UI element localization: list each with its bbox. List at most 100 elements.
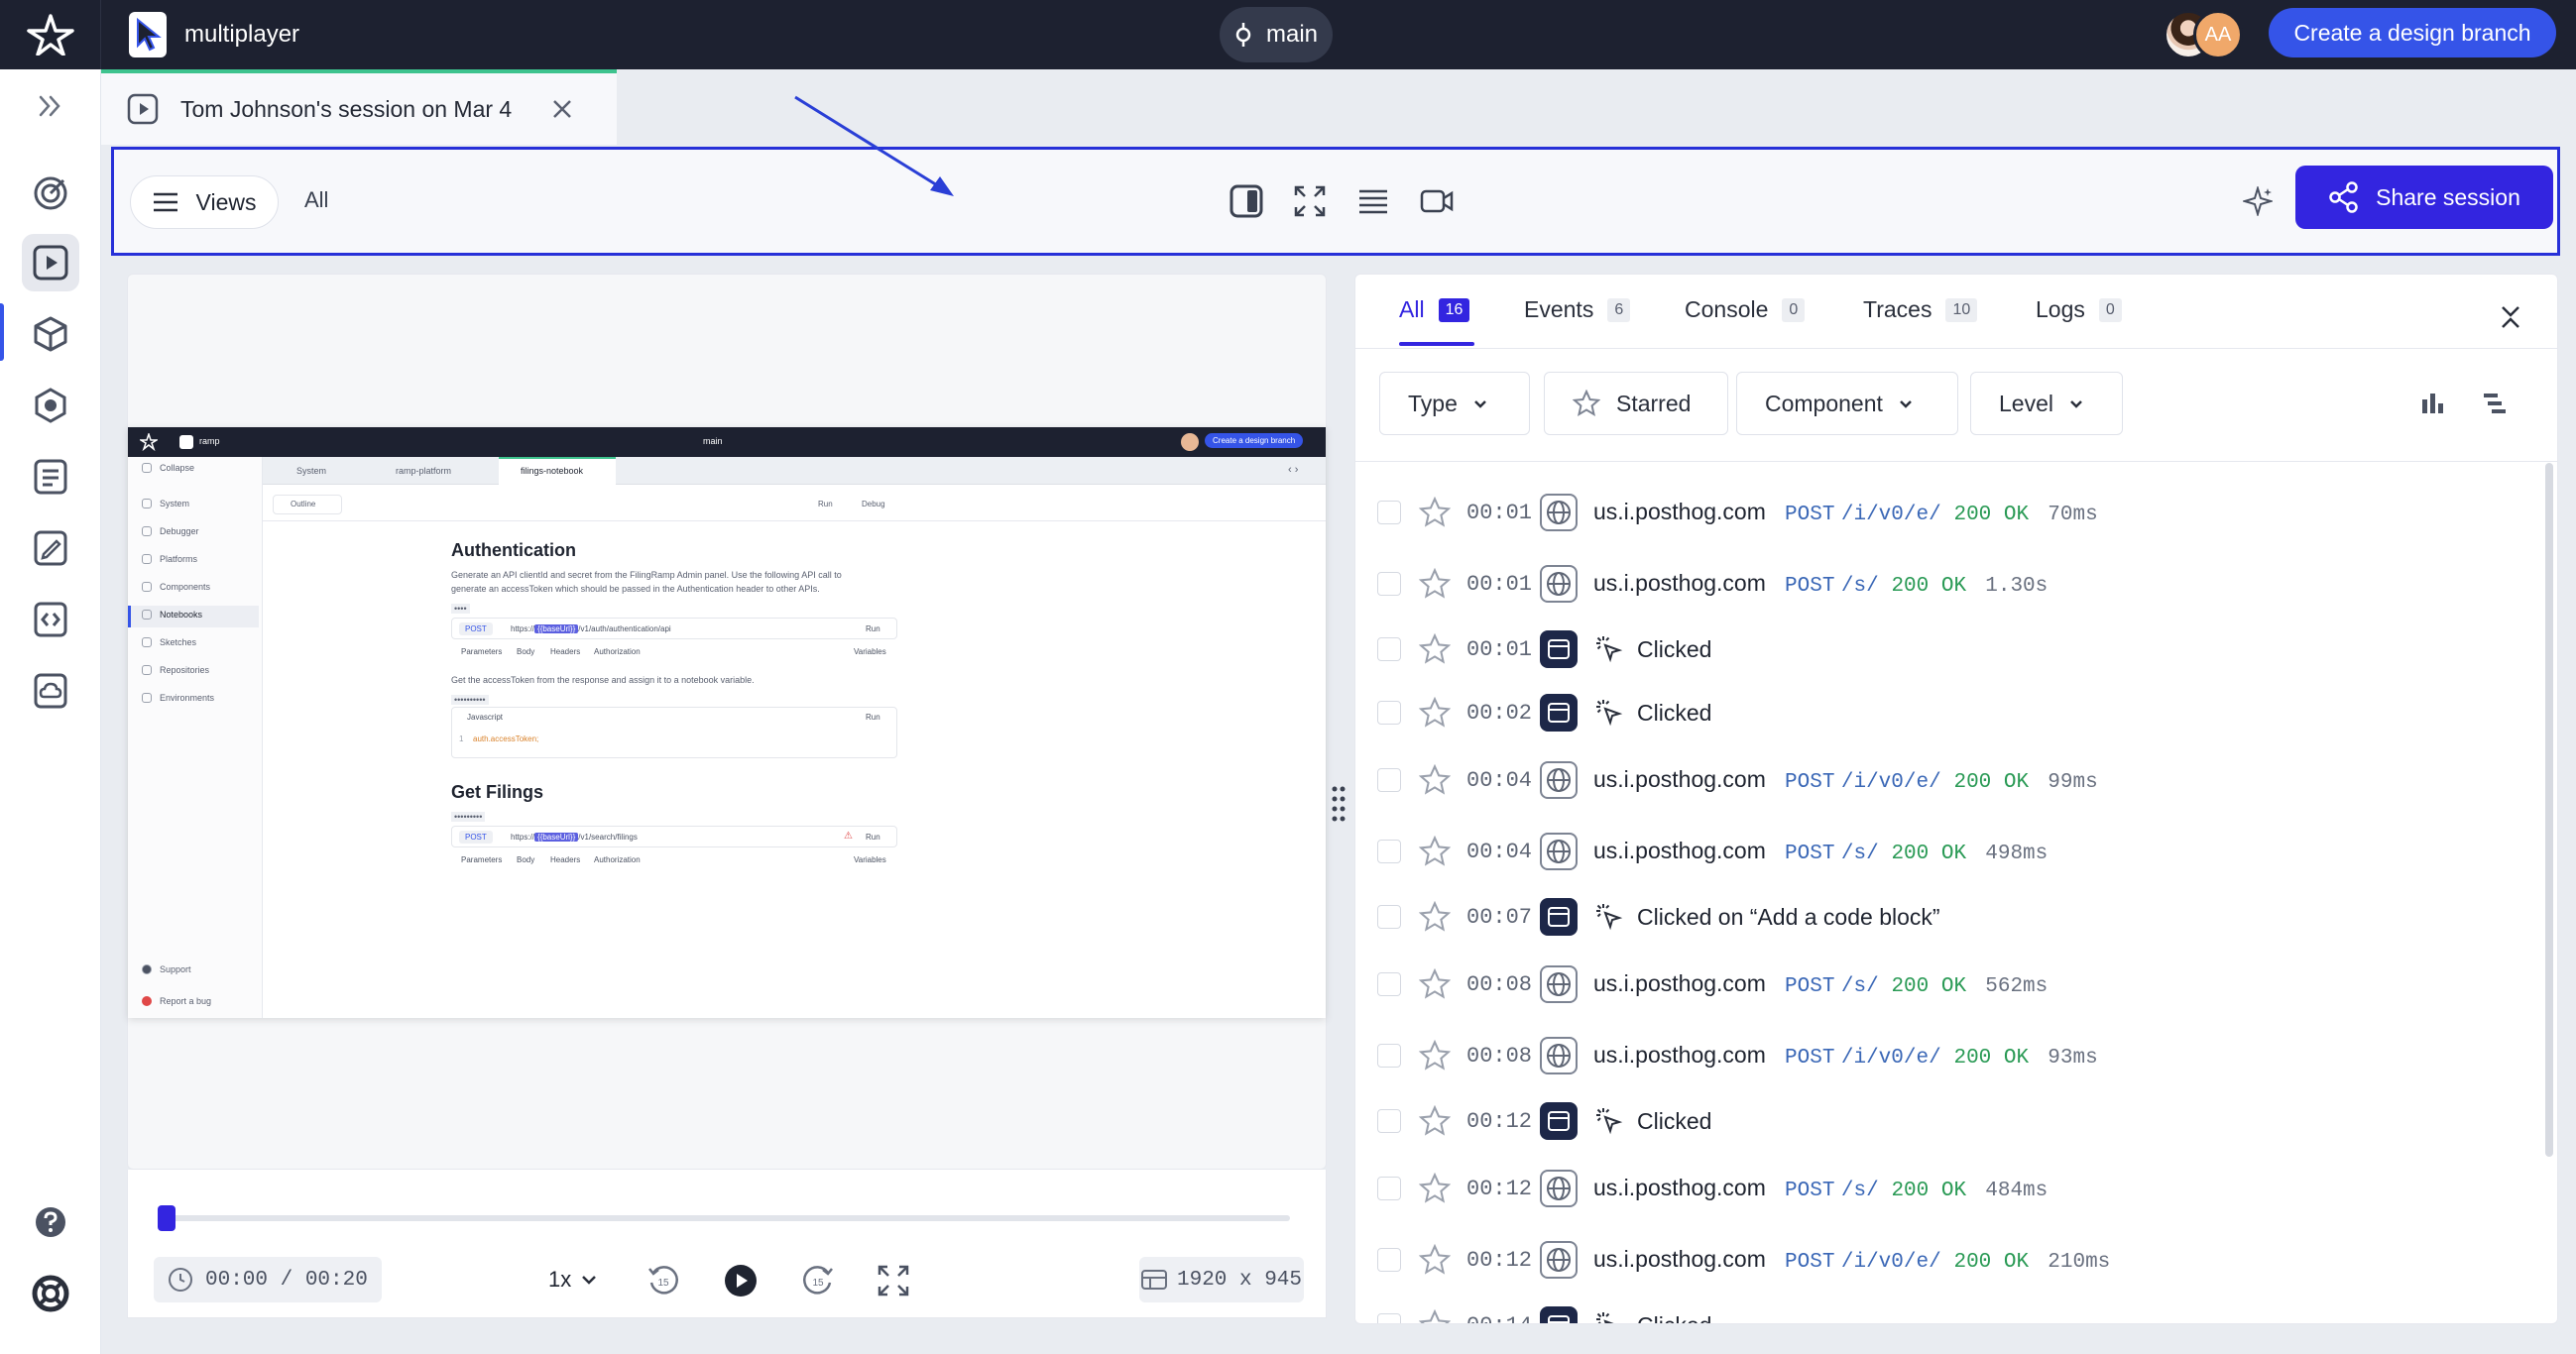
tab-events[interactable]: Events 6 <box>1524 296 1631 323</box>
logo-cell[interactable] <box>0 0 101 69</box>
event-row[interactable]: 00:01 us.i.posthog.com POST /s/ 200 OK 1.… <box>1355 554 2541 614</box>
create-design-branch-button[interactable]: Create a design branch <box>2269 8 2556 57</box>
forward-15-button[interactable]: 15 <box>798 1261 838 1300</box>
star-button[interactable] <box>1419 497 1451 528</box>
star-icon[interactable] <box>1419 1040 1451 1072</box>
tab-traces[interactable]: Traces 10 <box>1863 296 1978 323</box>
star-icon[interactable] <box>1419 836 1451 867</box>
star-button[interactable] <box>1419 568 1451 600</box>
star-icon[interactable] <box>1419 764 1451 796</box>
app-switcher[interactable]: multiplayer <box>129 11 299 58</box>
level-filter[interactable]: Level <box>1970 372 2123 435</box>
support-button[interactable] <box>22 1265 79 1322</box>
event-row[interactable]: 00:14 Clicked <box>1355 1296 2541 1324</box>
row-checkbox[interactable] <box>1377 840 1401 863</box>
event-row[interactable]: 00:12 us.i.posthog.com POST /s/ 200 OK 48… <box>1355 1159 2541 1218</box>
branch-selector[interactable]: main <box>1220 7 1333 62</box>
star-icon[interactable] <box>1419 1105 1451 1137</box>
timeline-handle[interactable] <box>158 1205 176 1231</box>
sidebar-layout-button[interactable] <box>1227 181 1266 221</box>
list-view-button[interactable] <box>1353 181 1393 221</box>
sidebar-item-environments[interactable] <box>22 662 79 720</box>
starred-filter[interactable]: Starred <box>1544 372 1728 435</box>
event-row[interactable]: 00:02 Clicked <box>1355 683 2541 742</box>
help-button[interactable] <box>22 1193 79 1251</box>
star-button[interactable] <box>1419 836 1451 867</box>
views-button[interactable]: Views <box>130 175 279 229</box>
row-checkbox[interactable] <box>1377 1044 1401 1068</box>
views-filter-all[interactable]: All <box>304 187 328 213</box>
event-row[interactable]: 00:04 us.i.posthog.com POST /i/v0/e/ 200 … <box>1355 750 2541 810</box>
star-icon[interactable] <box>1419 1309 1451 1324</box>
event-row[interactable]: 00:08 us.i.posthog.com POST /i/v0/e/ 200 … <box>1355 1026 2541 1085</box>
close-icon[interactable] <box>551 98 573 120</box>
waterfall-icon[interactable] <box>2482 392 2508 415</box>
event-row[interactable]: 00:07 Clicked on “Add a code block” <box>1355 887 2541 947</box>
collapse-icon[interactable] <box>2500 304 2521 330</box>
tab-logs[interactable]: Logs 0 <box>2036 296 2122 323</box>
collaborator-avatars[interactable]: AA <box>2164 10 2243 59</box>
row-checkbox[interactable] <box>1377 572 1401 596</box>
event-row[interactable]: 00:08 us.i.posthog.com POST /s/ 200 OK 56… <box>1355 955 2541 1014</box>
event-row[interactable]: 00:12 Clicked <box>1355 1091 2541 1151</box>
star-icon[interactable] <box>1419 633 1451 665</box>
star-icon[interactable] <box>1419 901 1451 933</box>
row-checkbox[interactable] <box>1377 1177 1401 1200</box>
row-checkbox[interactable] <box>1377 768 1401 792</box>
row-checkbox[interactable] <box>1377 637 1401 661</box>
sidebar-item-notebooks[interactable] <box>22 448 79 506</box>
row-checkbox[interactable] <box>1377 1248 1401 1272</box>
session-recording-frame[interactable]: ramp main Create a design branch System … <box>128 427 1326 1018</box>
star-button[interactable] <box>1419 1244 1451 1276</box>
component-filter[interactable]: Component <box>1736 372 1958 435</box>
tab-session[interactable]: Tom Johnson's session on Mar 4 <box>101 69 617 145</box>
row-checkbox[interactable] <box>1377 972 1401 996</box>
timeline-track[interactable] <box>158 1215 1290 1221</box>
multiplayer-logo-icon[interactable] <box>26 14 74 56</box>
star-button[interactable] <box>1419 764 1451 796</box>
star-button[interactable] <box>1419 1105 1451 1137</box>
star-icon[interactable] <box>1419 568 1451 600</box>
star-button[interactable] <box>1419 968 1451 1000</box>
share-session-button[interactable]: Share session <box>2295 166 2553 229</box>
star-button[interactable] <box>1419 1040 1451 1072</box>
expand-player-button[interactable] <box>874 1261 913 1300</box>
row-checkbox[interactable] <box>1377 1313 1401 1323</box>
event-row[interactable]: 00:12 us.i.posthog.com POST /i/v0/e/ 200 … <box>1355 1230 2541 1290</box>
sidebar-item-components[interactable] <box>22 305 79 363</box>
sidebar-item-sketches[interactable] <box>22 519 79 577</box>
star-icon[interactable] <box>1419 1244 1451 1276</box>
sidebar-item-repositories[interactable] <box>22 591 79 648</box>
event-row[interactable]: 00:01 Clicked <box>1355 620 2541 679</box>
star-icon[interactable] <box>1419 497 1451 528</box>
star-button[interactable] <box>1419 1173 1451 1204</box>
star-icon[interactable] <box>1419 1173 1451 1204</box>
play-button[interactable] <box>721 1261 761 1300</box>
video-view-button[interactable] <box>1417 181 1457 221</box>
star-icon[interactable] <box>1419 697 1451 729</box>
star-icon[interactable] <box>1419 968 1451 1000</box>
sidebar-item-dashboard[interactable] <box>22 165 79 222</box>
rewind-15-button[interactable]: 15 <box>644 1261 683 1300</box>
drag-handle-icon[interactable] <box>1329 783 1348 823</box>
star-button[interactable] <box>1419 633 1451 665</box>
expand-sidebar-button[interactable] <box>22 77 79 135</box>
row-checkbox[interactable] <box>1377 1109 1401 1133</box>
type-filter[interactable]: Type <box>1379 372 1530 435</box>
event-row[interactable]: 00:04 us.i.posthog.com POST /s/ 200 OK 49… <box>1355 822 2541 881</box>
scrollbar[interactable] <box>2545 463 2553 1157</box>
tab-console[interactable]: Console 0 <box>1685 296 1806 323</box>
event-row[interactable]: 00:01 us.i.posthog.com POST /i/v0/e/ 200 … <box>1355 483 2541 542</box>
sidebar-item-platforms[interactable] <box>22 377 79 434</box>
row-checkbox[interactable] <box>1377 701 1401 725</box>
star-button[interactable] <box>1419 901 1451 933</box>
row-checkbox[interactable] <box>1377 905 1401 929</box>
star-button[interactable] <box>1419 1309 1451 1324</box>
bar-chart-icon[interactable] <box>2420 392 2446 415</box>
playback-speed[interactable]: 1x <box>548 1267 597 1293</box>
avatar[interactable]: AA <box>2193 10 2243 59</box>
star-button[interactable] <box>1419 697 1451 729</box>
row-checkbox[interactable] <box>1377 501 1401 524</box>
tab-all[interactable]: All 16 <box>1399 296 1470 323</box>
ai-assist-button[interactable] <box>2238 181 2278 221</box>
